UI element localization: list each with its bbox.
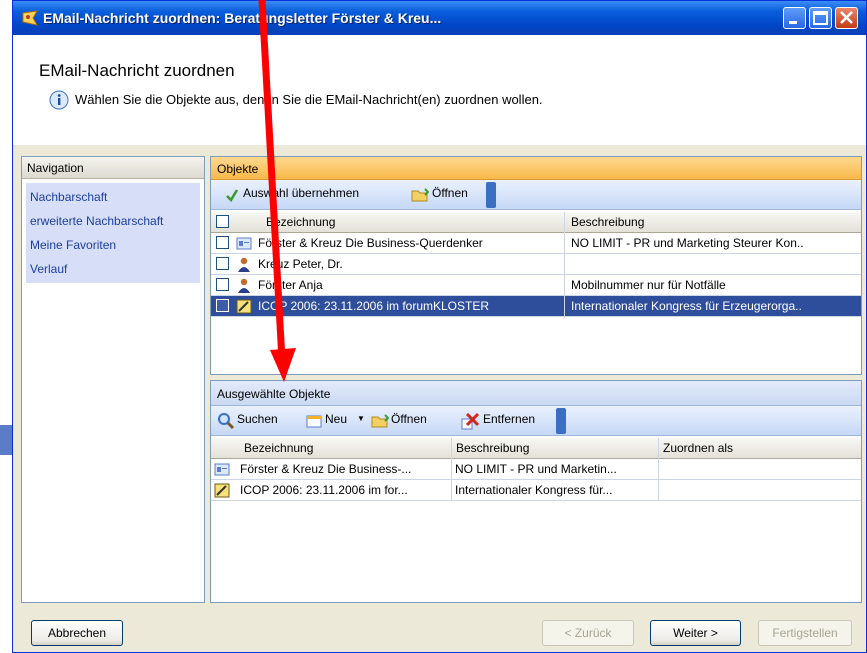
annotation-arrow-icon [258,0,296,382]
